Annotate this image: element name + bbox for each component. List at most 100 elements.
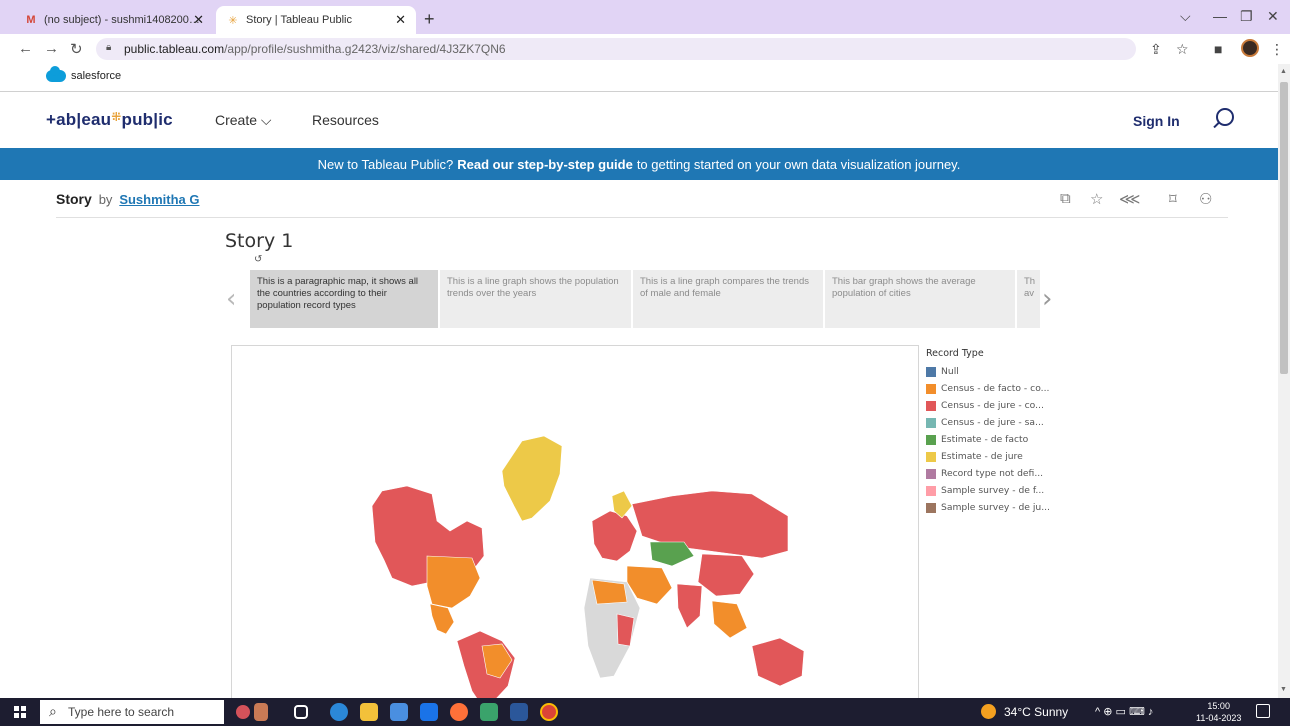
tab-title: Story | Tableau Public	[246, 14, 352, 26]
legend-item[interactable]: Sample survey - de f...	[926, 482, 1066, 499]
new-tab-button[interactable]: +	[424, 9, 435, 30]
legend-item[interactable]: Null	[926, 363, 1066, 380]
logo-text-suffix: pub|ic	[121, 110, 173, 129]
scroll-down-arrow-icon[interactable]: ▼	[1280, 686, 1287, 693]
windows-start-icon[interactable]	[14, 706, 26, 718]
share-icon[interactable]: ⇪	[1150, 41, 1162, 58]
edge-icon[interactable]	[330, 703, 348, 721]
url-input[interactable]: 🔒︎ public.tableau.com/app/profile/sushmi…	[96, 38, 1136, 60]
clock-date: 11-04-2023	[1196, 713, 1242, 723]
copy-icon[interactable]: ⧉	[1060, 190, 1071, 207]
system-tray-icons[interactable]: ^ ⊕ ▭ ⌨ ♪	[1095, 705, 1153, 718]
favorite-star-icon[interactable]: ☆	[1090, 190, 1103, 208]
legend-label: Sample survey - de ju...	[941, 502, 1050, 513]
close-tab-icon[interactable]: ✕	[193, 12, 204, 28]
comment-icon[interactable]: ⌑	[1169, 190, 1177, 208]
lock-icon: 🔒︎	[106, 42, 112, 53]
mail-icon[interactable]	[420, 703, 438, 721]
legend-swatch	[926, 502, 936, 513]
taskbar-search-input[interactable]: ⌕ Type here to search	[40, 700, 224, 724]
page-scrollbar[interactable]: ▲ ▼	[1278, 64, 1290, 698]
legend-item[interactable]: Census - de facto - co...	[926, 380, 1066, 397]
legend-item[interactable]: Census - de jure - co...	[926, 397, 1066, 414]
world-map[interactable]	[231, 345, 919, 705]
scrollbar-thumb[interactable]	[1280, 82, 1288, 374]
legend-item[interactable]: Sample survey - de ju...	[926, 499, 1066, 516]
bookmark-label: salesforce	[71, 70, 122, 82]
tab-tableau[interactable]: ✳ Story | Tableau Public ✕	[216, 6, 416, 34]
firefox-icon[interactable]	[450, 703, 468, 721]
viz-title: Story by Sushmitha G	[56, 191, 200, 207]
legend-item[interactable]: Estimate - de jure	[926, 448, 1066, 465]
legend-item[interactable]: Record type not defi...	[926, 465, 1066, 482]
weather-sun-icon	[981, 704, 996, 719]
app-icon[interactable]	[480, 703, 498, 721]
viz-title-bar: Story by Sushmitha G ⧉ ☆ ⋘ ⌑ ⚇	[56, 180, 1228, 218]
word-icon[interactable]	[510, 703, 528, 721]
tableau-public-logo[interactable]: +ab|eau⁜pub|ic	[46, 110, 173, 130]
map-region-europe	[591, 510, 638, 562]
browser-tab-strip: M (no subject) - sushmi14082003@ ✕ ✳ Sto…	[0, 0, 1290, 34]
url-host: public.tableau.com	[124, 42, 225, 56]
previous-story-point-arrow[interactable]: ‹	[226, 284, 236, 314]
scroll-up-arrow-icon[interactable]: ▲	[1280, 68, 1287, 75]
forward-arrow-icon[interactable]: →	[44, 40, 59, 57]
gmail-icon: M	[26, 14, 36, 26]
story-point-caption[interactable]: This is a line graph shows the populatio…	[440, 270, 631, 328]
legend-title: Record Type	[926, 348, 984, 359]
story-point-caption[interactable]: This is a line graph compares the trends…	[633, 270, 823, 328]
tab-title: (no subject) - sushmi14082003@	[44, 14, 204, 26]
search-highlight-icon[interactable]	[236, 705, 250, 719]
badge-icon[interactable]: ⚇	[1199, 190, 1212, 208]
reload-icon[interactable]: ↻	[70, 40, 83, 58]
map-region-mexico	[429, 603, 455, 635]
map-region-southeast-asia	[711, 600, 748, 639]
maximize-button[interactable]: ❐	[1240, 8, 1253, 25]
map-region-africa-north	[591, 579, 628, 605]
task-view-icon[interactable]	[294, 705, 308, 719]
bookmark-salesforce[interactable]: salesforce	[46, 66, 122, 82]
search-icon: ⌕	[49, 703, 57, 719]
legend-swatch	[926, 434, 936, 445]
close-window-button[interactable]: ✕	[1267, 8, 1279, 25]
legend-item[interactable]: Census - de jure - sa...	[926, 414, 1066, 431]
weather-text[interactable]: 34°C Sunny	[1004, 705, 1068, 719]
story-point-caption[interactable]: Th av	[1017, 270, 1040, 328]
back-arrow-icon[interactable]: ←	[18, 40, 33, 57]
share-icon[interactable]: ⋘	[1119, 190, 1140, 208]
map-region-china	[697, 553, 755, 597]
world-map-svg	[371, 435, 805, 704]
luggage-icon[interactable]	[254, 703, 268, 721]
bookmarks-bar: salesforce	[0, 64, 1278, 92]
close-tab-icon[interactable]: ✕	[395, 12, 406, 28]
notification-icon[interactable]	[1256, 704, 1270, 718]
search-icon[interactable]	[1216, 108, 1234, 126]
sign-in-link[interactable]: Sign In	[1133, 113, 1180, 129]
legend-swatch	[926, 400, 936, 411]
story-point-caption[interactable]: This is a paragraphic map, it shows all …	[250, 270, 438, 328]
nav-resources[interactable]: Resources	[312, 112, 379, 128]
tableau-header: +ab|eau⁜pub|ic Create ⌵ Resources Sign I…	[0, 92, 1278, 148]
file-explorer-icon[interactable]	[360, 703, 378, 721]
legend-label: Census - de facto - co...	[941, 383, 1050, 394]
screen: M (no subject) - sushmi14082003@ ✕ ✳ Sto…	[0, 0, 1290, 726]
profile-avatar[interactable]	[1241, 39, 1259, 57]
legend-item[interactable]: Estimate - de facto	[926, 431, 1066, 448]
next-story-point-arrow[interactable]: ›	[1042, 284, 1052, 314]
bookmark-star-icon[interactable]: ☆	[1176, 41, 1189, 58]
banner-guide-link[interactable]: Read our step-by-step guide	[457, 157, 633, 172]
story-point-caption[interactable]: This bar graph shows the average populat…	[825, 270, 1015, 328]
tab-search-icon[interactable]: ⌵	[1180, 8, 1191, 25]
story-heading: Story 1	[225, 230, 294, 252]
side-panel-icon[interactable]: ■	[1214, 41, 1222, 57]
clock[interactable]: 15:00 11-04-2023	[1196, 700, 1241, 724]
chrome-icon[interactable]	[540, 703, 558, 721]
tab-gmail[interactable]: M (no subject) - sushmi14082003@ ✕	[14, 6, 214, 34]
legend-label: Record type not defi...	[941, 468, 1044, 479]
nav-create[interactable]: Create ⌵	[215, 112, 272, 129]
microsoft-store-icon[interactable]	[390, 703, 408, 721]
minimize-button[interactable]: —	[1213, 8, 1227, 24]
browser-menu-icon[interactable]: ⋮	[1270, 41, 1284, 58]
author-link[interactable]: Sushmitha G	[119, 192, 199, 207]
revert-icon[interactable]: ↺	[254, 254, 262, 265]
